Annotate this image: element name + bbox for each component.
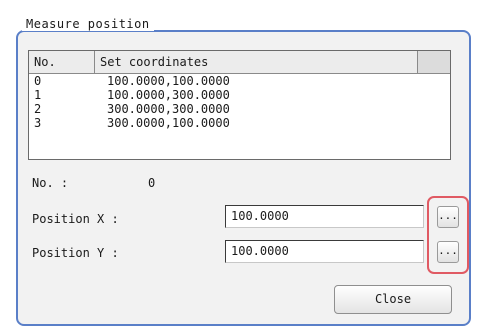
row-number: 2 xyxy=(34,102,42,116)
position-y-field[interactable]: 100.0000 xyxy=(225,240,424,263)
row-number: 3 xyxy=(34,116,42,130)
coordinates-table[interactable]: No. Set coordinates 0 100.0000,100.0000 … xyxy=(28,50,451,160)
row-coordinates: 300.0000,300.0000 xyxy=(107,102,230,116)
position-x-label: Position X : xyxy=(32,212,119,226)
row-number: 1 xyxy=(34,88,42,102)
row-coordinates: 300.0000,100.0000 xyxy=(107,116,230,130)
column-header-filler xyxy=(418,51,450,73)
table-header: No. Set coordinates xyxy=(29,51,450,74)
table-row[interactable]: 0 100.0000,100.0000 xyxy=(29,74,450,88)
table-row[interactable]: 1 100.0000,300.0000 xyxy=(29,88,450,102)
row-coordinates: 100.0000,100.0000 xyxy=(107,74,230,88)
column-header-set-coordinates[interactable]: Set coordinates xyxy=(95,51,418,73)
table-row[interactable]: 2 300.0000,300.0000 xyxy=(29,102,450,116)
position-x-browse-button[interactable]: ... xyxy=(437,206,459,228)
column-header-no[interactable]: No. xyxy=(29,51,95,73)
position-y-label: Position Y : xyxy=(32,246,119,260)
row-coordinates: 100.0000,300.0000 xyxy=(107,88,230,102)
table-row[interactable]: 3 300.0000,100.0000 xyxy=(29,116,450,130)
group-title: Measure position xyxy=(22,17,154,31)
no-label: No. : xyxy=(32,176,69,190)
close-button[interactable]: Close xyxy=(334,285,452,314)
position-y-browse-button[interactable]: ... xyxy=(437,241,459,263)
no-value: 0 xyxy=(148,176,156,190)
position-x-field[interactable]: 100.0000 xyxy=(225,205,424,228)
row-number: 0 xyxy=(34,74,42,88)
